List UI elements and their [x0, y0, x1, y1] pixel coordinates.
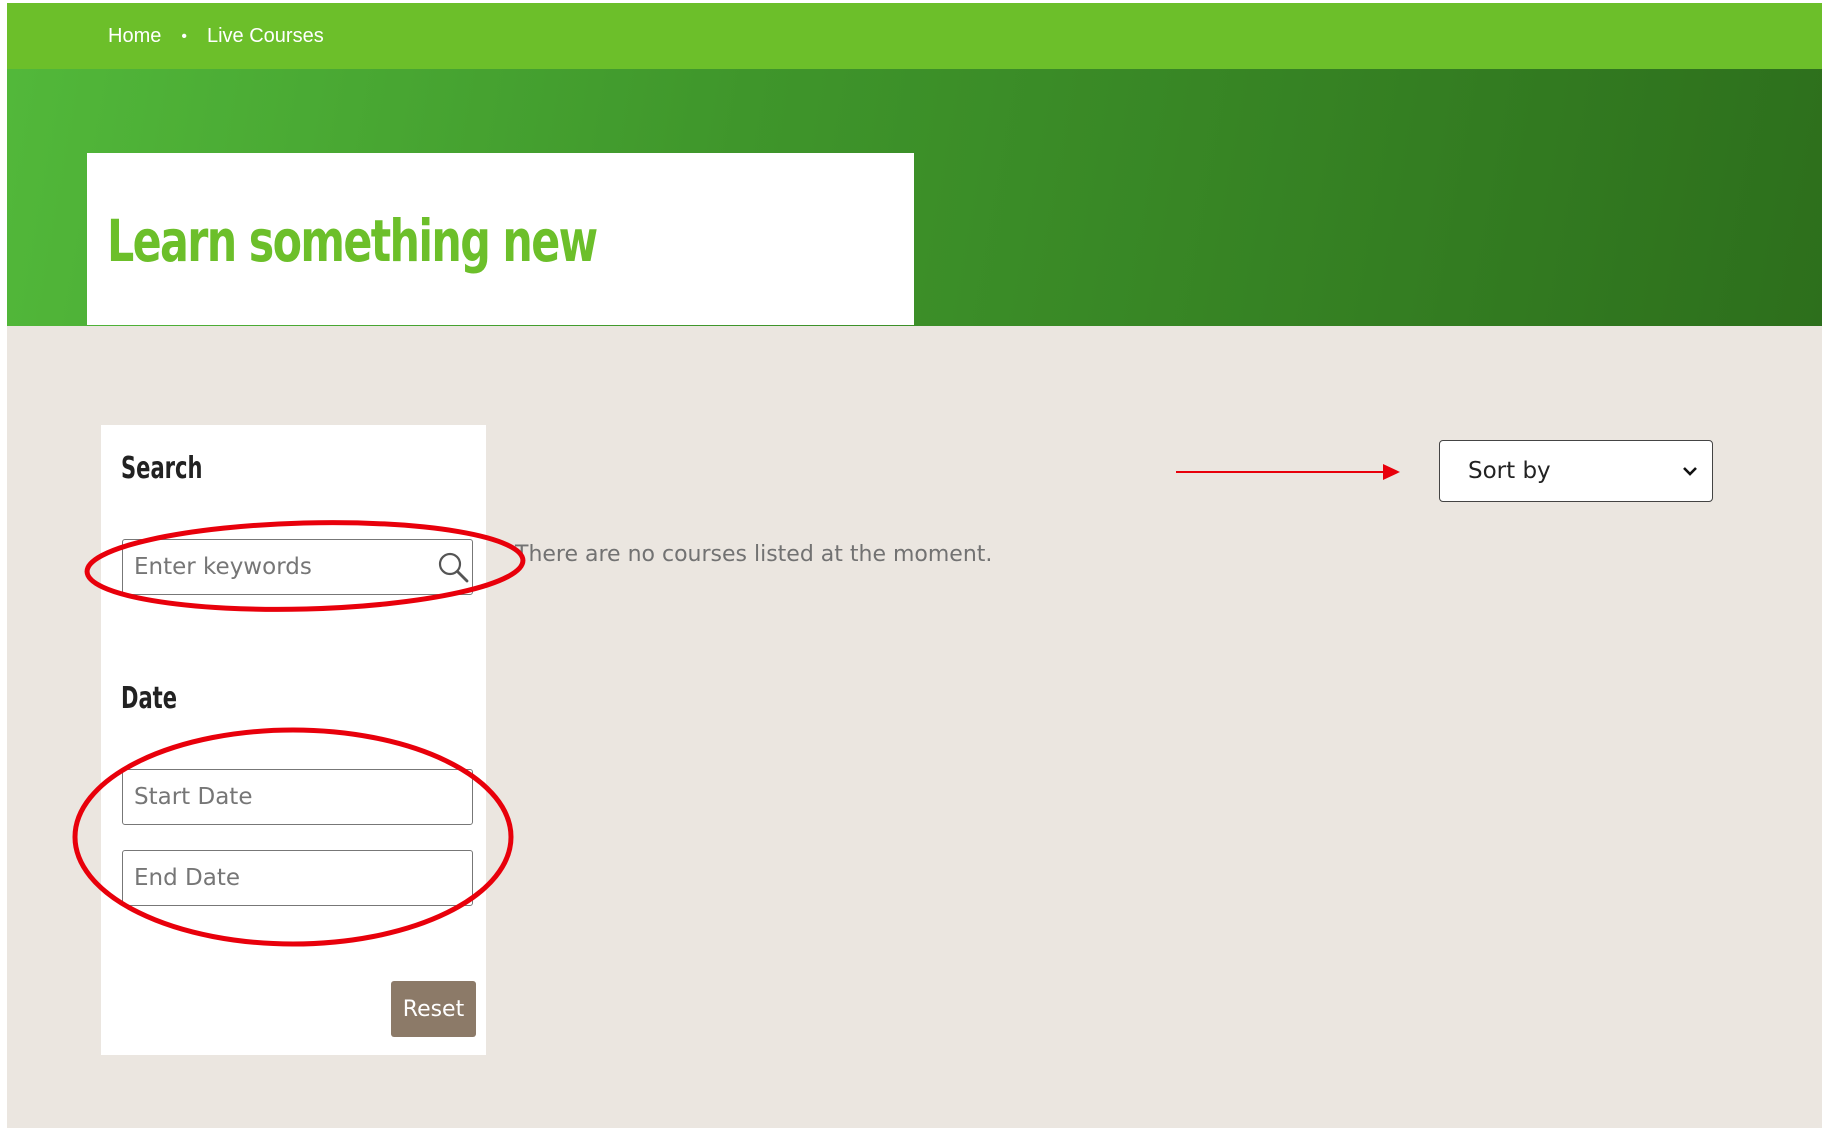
breadcrumb-live-courses-link[interactable]: Live Courses: [207, 25, 324, 48]
sort-by-label: Sort by: [1468, 458, 1551, 484]
end-date-field[interactable]: [122, 850, 473, 906]
reset-button[interactable]: Reset: [391, 981, 476, 1037]
search-icon[interactable]: [436, 551, 470, 585]
page-title: Learn something new: [107, 207, 598, 275]
breadcrumb: Home • Live Courses: [108, 25, 324, 48]
date-heading: Date: [121, 681, 178, 716]
start-date-field[interactable]: [122, 769, 473, 825]
breadcrumb-separator: •: [181, 27, 187, 45]
search-input[interactable]: [122, 539, 473, 595]
empty-courses-message: There are no courses listed at the momen…: [515, 542, 993, 567]
breadcrumb-bar: Home • Live Courses: [7, 3, 1822, 69]
sort-by-select[interactable]: Sort by: [1439, 440, 1713, 502]
chevron-down-icon: [1683, 467, 1697, 476]
search-heading: Search: [121, 451, 203, 486]
filter-sidebar: [101, 425, 486, 1055]
breadcrumb-home-link[interactable]: Home: [108, 25, 161, 48]
